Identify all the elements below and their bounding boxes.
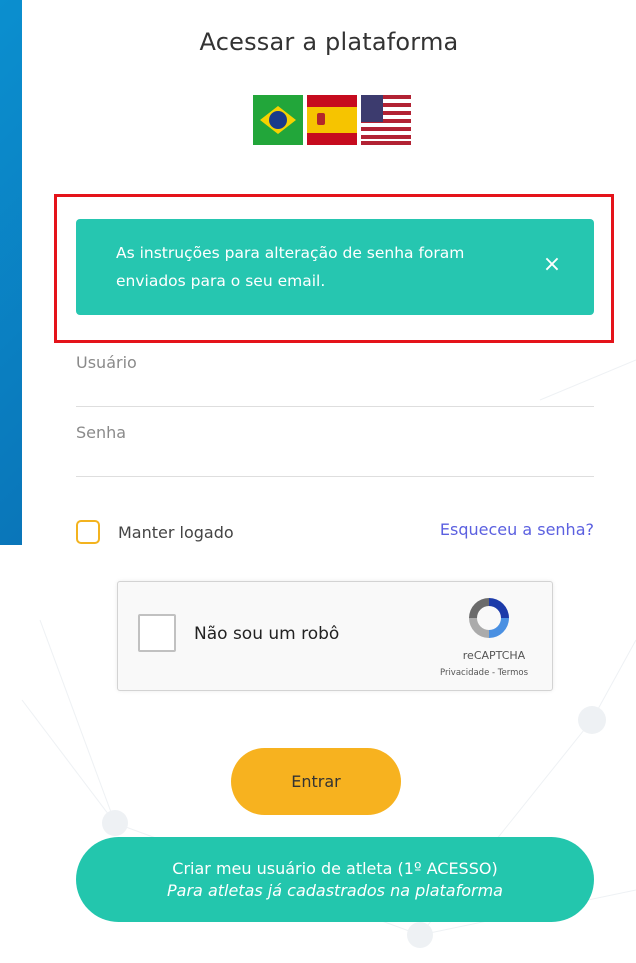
enter-button[interactable]: Entrar bbox=[231, 748, 401, 815]
recaptcha-checkbox[interactable] bbox=[138, 614, 176, 652]
remember-me: Manter logado bbox=[76, 518, 234, 546]
recaptcha-brand: reCAPTCHA bbox=[462, 649, 526, 662]
page-title: Acessar a plataforma bbox=[199, 28, 459, 56]
remember-me-checkbox[interactable] bbox=[76, 520, 100, 544]
username-input[interactable] bbox=[76, 353, 594, 372]
remember-me-label: Manter logado bbox=[118, 522, 234, 542]
athlete-button-line2: Para atletas já cadastrados na plataform… bbox=[167, 880, 503, 900]
create-athlete-user-button[interactable]: Criar meu usuário de atleta (1º ACESSO) … bbox=[76, 837, 594, 922]
usa-flag-icon[interactable] bbox=[361, 95, 411, 145]
recaptcha-widget: Não sou um robô reCAPTCHA Privacidade - … bbox=[117, 581, 553, 691]
spain-flag-icon[interactable] bbox=[307, 95, 357, 145]
recaptcha-terms-link[interactable]: Privacidade - Termos bbox=[424, 668, 544, 678]
password-input[interactable] bbox=[76, 423, 594, 442]
close-icon[interactable]: × bbox=[542, 254, 562, 276]
alert-message: As instruções para alteração de senha fo… bbox=[116, 244, 465, 290]
brazil-flag-icon[interactable] bbox=[253, 95, 303, 145]
password-field bbox=[76, 423, 594, 477]
recaptcha-logo-icon bbox=[469, 598, 509, 638]
username-field bbox=[76, 353, 594, 407]
language-selector bbox=[253, 95, 417, 145]
card-extension bbox=[0, 545, 22, 963]
athlete-button-line1: Criar meu usuário de atleta (1º ACESSO) bbox=[172, 858, 498, 878]
forgot-password-link[interactable]: Esqueceu a senha? bbox=[440, 520, 594, 539]
success-alert: As instruções para alteração de senha fo… bbox=[76, 219, 594, 315]
recaptcha-label: Não sou um robô bbox=[194, 624, 340, 644]
